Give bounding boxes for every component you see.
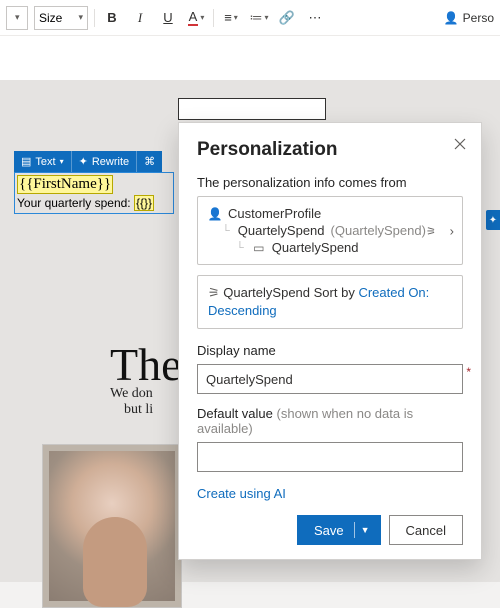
sort-indicator[interactable]: ⚞ QuartelySpend Sort by Created On: Desc… bbox=[197, 275, 463, 329]
display-name-field: Display name * bbox=[197, 343, 463, 394]
display-name-input[interactable] bbox=[197, 364, 463, 394]
tree-elbow-icon: └ bbox=[236, 242, 244, 254]
default-value-input[interactable] bbox=[197, 442, 463, 472]
chevron-down-icon: ▾ bbox=[60, 157, 64, 166]
source-leaf-row: └ ▭ QuartelySpend bbox=[208, 239, 436, 256]
formatting-toolbar: ▾ Size ▾ B I U A▾ ≡▾ ≔▾ 🔗 ⋯ 👤 Perso bbox=[0, 0, 500, 36]
font-size-label: Size bbox=[39, 11, 62, 25]
personalization-shortcut[interactable]: Perso bbox=[463, 11, 494, 25]
link-button[interactable]: 🔗 bbox=[276, 5, 298, 31]
text-icon: ▤ bbox=[21, 155, 31, 168]
chevron-down-icon: ▾ bbox=[234, 13, 238, 22]
chevron-down-icon[interactable]: ▼ bbox=[361, 525, 370, 535]
font-size-dropdown[interactable]: Size ▾ bbox=[34, 6, 88, 30]
field-icon: ▭ bbox=[252, 241, 266, 255]
article-body-line: We don bbox=[110, 386, 153, 402]
selected-text-block[interactable]: {{FirstName}} Your quarterly spend: {{}} bbox=[14, 172, 174, 214]
person-icon: 👤 bbox=[444, 11, 459, 25]
page-edge bbox=[0, 36, 500, 80]
display-name-label: Display name bbox=[197, 343, 463, 358]
right-dock-handle[interactable]: ✦ bbox=[486, 210, 500, 230]
tree-elbow-icon: └ bbox=[222, 225, 230, 237]
personalization-panel: Personalization The personalization info… bbox=[178, 122, 482, 560]
copilot-icon: ⌘ bbox=[144, 155, 155, 168]
italic-button[interactable]: I bbox=[129, 5, 151, 31]
source-child-row: └ QuartelySpend (QuartelySpend) bbox=[208, 222, 436, 239]
close-icon bbox=[454, 138, 466, 150]
align-button[interactable]: ≡▾ bbox=[220, 5, 242, 31]
copilot-button[interactable]: ⌘ bbox=[137, 151, 162, 172]
firstname-token[interactable]: {{FirstName}} bbox=[17, 175, 113, 194]
separator bbox=[213, 9, 214, 27]
filter-icon[interactable]: ⚞ bbox=[426, 225, 436, 238]
font-color-button[interactable]: A▾ bbox=[185, 5, 207, 31]
chevron-down-icon: ▾ bbox=[264, 13, 268, 22]
rewrite-button[interactable]: ✦ Rewrite bbox=[72, 151, 138, 172]
filter-icon: ⚞ bbox=[208, 285, 220, 300]
font-family-dropdown[interactable]: ▾ bbox=[6, 6, 28, 30]
cancel-button[interactable]: Cancel bbox=[389, 515, 463, 545]
article-image bbox=[42, 444, 182, 608]
text-element-button[interactable]: ▤ Text ▾ bbox=[14, 151, 72, 172]
article-headline: The bbox=[110, 338, 182, 391]
panel-title: Personalization bbox=[197, 139, 463, 161]
empty-token[interactable]: {{}} bbox=[134, 195, 154, 211]
profile-icon: 👤 bbox=[208, 207, 222, 221]
save-button[interactable]: Save ▼ bbox=[297, 515, 381, 545]
list-button[interactable]: ≔▾ bbox=[248, 5, 270, 31]
source-picker[interactable]: 👤 CustomerProfile └ QuartelySpend (Quart… bbox=[197, 196, 463, 265]
overflow-button[interactable]: ⋯ bbox=[304, 5, 326, 31]
chevron-down-icon: ▾ bbox=[200, 13, 204, 22]
bold-button[interactable]: B bbox=[101, 5, 123, 31]
article-body-line: but li bbox=[124, 402, 153, 418]
source-section-label: The personalization info comes from bbox=[197, 175, 463, 190]
selection-context-bar: ▤ Text ▾ ✦ Rewrite ⌘ bbox=[14, 151, 162, 172]
chevron-right-icon: › bbox=[450, 223, 454, 238]
source-root-row: 👤 CustomerProfile bbox=[208, 205, 436, 222]
close-button[interactable] bbox=[449, 133, 471, 155]
underline-button[interactable]: U bbox=[157, 5, 179, 31]
create-using-ai-link[interactable]: Create using AI bbox=[197, 486, 286, 501]
chevron-down-icon: ▾ bbox=[78, 12, 83, 23]
editor-canvas: ▤ Text ▾ ✦ Rewrite ⌘ {{FirstName}} Your … bbox=[0, 36, 500, 582]
split-divider bbox=[354, 522, 355, 538]
required-indicator: * bbox=[466, 365, 471, 379]
panel-button-row: Save ▼ Cancel bbox=[197, 515, 463, 545]
partial-element-outline bbox=[178, 98, 326, 120]
separator bbox=[94, 9, 95, 27]
sparkle-icon: ✦ bbox=[79, 155, 88, 168]
default-value-label: Default value (shown when no data is ava… bbox=[197, 406, 463, 436]
selection-line-2[interactable]: Your quarterly spend: {{}} bbox=[17, 196, 173, 211]
default-value-field: Default value (shown when no data is ava… bbox=[197, 406, 463, 472]
chevron-down-icon: ▾ bbox=[15, 12, 20, 23]
